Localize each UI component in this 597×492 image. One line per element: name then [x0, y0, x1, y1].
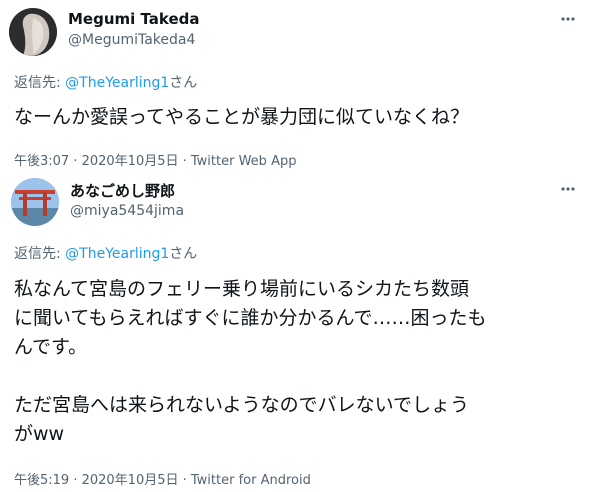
- tweet-text: なーんか愛誤ってやることが暴力団に似ていなくね？: [14, 104, 582, 130]
- avatar-torii-photo: [11, 178, 59, 226]
- avatar[interactable]: [9, 8, 57, 56]
- display-name[interactable]: Megumi Takeda: [68, 10, 200, 28]
- tweet: あなごめし野郎 @miya5454jima 返信先: @TheYearling1…: [0, 172, 597, 492]
- tweet-source: Twitter for Android: [190, 473, 311, 488]
- tweet-text-line: 私なんて宮島のフェリー乗り場前にいるシカたち数頭: [14, 278, 470, 300]
- reply-context: 返信先: @TheYearling1さん: [14, 243, 197, 263]
- tweet-text-line: ただ宮島へは来られないようなのでバレないでしょう: [14, 394, 470, 416]
- tweet-text-line: に聞いてもらえればすぐに誰か分かるんで……困ったも: [14, 307, 487, 329]
- tweet-text-line: なーんか愛誤ってやることが暴力団に似ていなくね？: [14, 106, 470, 128]
- more-dots-icon[interactable]: [559, 10, 577, 28]
- reply-mention-link[interactable]: @TheYearling1: [65, 246, 169, 262]
- tweet-timestamp[interactable]: 午後5:19 · 2020年10月5日 ·: [14, 473, 191, 488]
- avatar-photo: [9, 8, 57, 56]
- user-handle[interactable]: @miya5454jima: [70, 203, 184, 219]
- tweet-metadata: 午後5:19 · 2020年10月5日 · Twitter for Androi…: [14, 469, 311, 488]
- reply-mention-link[interactable]: @TheYearling1: [65, 75, 169, 91]
- tweet-source: Twitter Web App: [190, 154, 297, 169]
- tweet: Megumi Takeda @MegumiTakeda4 返信先: @TheYe…: [0, 0, 597, 172]
- tweet-metadata: 午後3:07 · 2020年10月5日 · Twitter Web App: [14, 150, 296, 169]
- reply-suffix: さん: [169, 75, 198, 91]
- user-handle[interactable]: @MegumiTakeda4: [68, 32, 195, 48]
- more-dots-glyph: [561, 17, 575, 21]
- reply-prefix: 返信先:: [14, 246, 66, 262]
- reply-suffix: さん: [169, 246, 198, 262]
- reply-prefix: 返信先:: [14, 75, 66, 91]
- tweet-text: 私なんて宮島のフェリー乗り場前にいるシカたち数頭 に聞いてもらえればすぐに誰か分…: [14, 275, 582, 449]
- more-dots-glyph: [561, 187, 575, 191]
- tweet-text-line: がww: [14, 423, 65, 445]
- avatar[interactable]: [11, 178, 59, 226]
- more-dots-icon[interactable]: [559, 180, 577, 198]
- tweet-text-line: んです。: [14, 336, 88, 358]
- reply-context: 返信先: @TheYearling1さん: [14, 72, 197, 92]
- display-name[interactable]: あなごめし野郎: [70, 180, 175, 201]
- tweet-timestamp[interactable]: 午後3:07 · 2020年10月5日 ·: [14, 154, 191, 169]
